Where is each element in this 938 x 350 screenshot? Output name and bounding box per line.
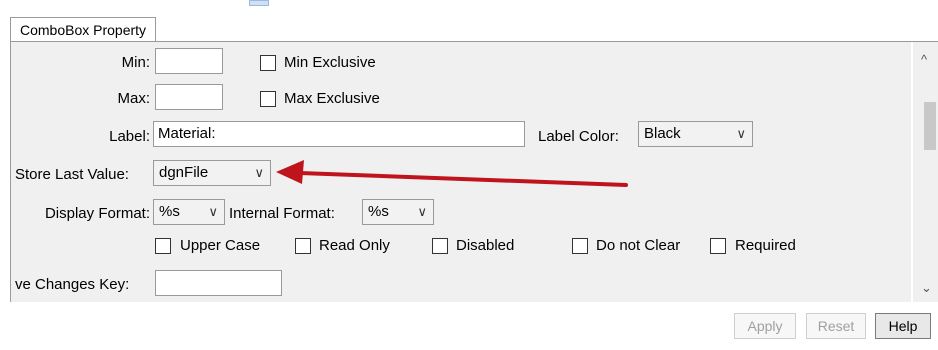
internal-format-label: Internal Format: <box>229 205 335 222</box>
chevron-down-icon: ∨ <box>417 204 427 219</box>
top-partial-control <box>249 0 269 6</box>
max-exclusive-label: Max Exclusive <box>284 90 380 107</box>
label-color-select[interactable]: Black ∨ <box>638 121 753 147</box>
vertical-scrollbar[interactable] <box>913 42 938 302</box>
max-input[interactable] <box>155 84 223 110</box>
chevron-down-icon: ∨ <box>208 204 218 219</box>
chevron-down-icon: ∨ <box>254 165 264 180</box>
internal-format-select[interactable]: %s ∨ <box>362 199 434 225</box>
max-label: Max: <box>117 90 150 107</box>
store-last-value-value: dgnFile <box>159 164 209 181</box>
top-strip <box>0 0 938 16</box>
read-only-checkbox[interactable] <box>295 238 311 254</box>
max-exclusive-checkbox[interactable] <box>260 91 276 107</box>
save-changes-key-input[interactable] <box>155 270 282 296</box>
reset-button[interactable]: Reset <box>806 313 866 339</box>
min-exclusive-label: Min Exclusive <box>284 54 376 71</box>
disabled-checkbox[interactable] <box>432 238 448 254</box>
label-label: Label: <box>109 128 150 145</box>
store-last-value-label: Store Last Value: <box>15 166 129 183</box>
label-color-value: Black <box>644 125 681 142</box>
save-changes-key-label: ve Changes Key: <box>15 276 130 293</box>
display-format-label: Display Format: <box>44 205 150 222</box>
label-color-label: Label Color: <box>538 128 619 145</box>
do-not-clear-checkbox[interactable] <box>572 238 588 254</box>
help-button[interactable]: Help <box>875 313 931 339</box>
tab-label: ComboBox Property <box>20 22 147 38</box>
scroll-down-icon[interactable]: ⌄ <box>921 280 932 296</box>
store-last-value-select[interactable]: dgnFile ∨ <box>153 160 271 186</box>
tab-combobox-property[interactable]: ComboBox Property <box>10 17 157 42</box>
label-input-value: Material: <box>158 125 216 142</box>
min-label: Min: <box>121 54 150 71</box>
display-format-value: %s <box>159 203 180 220</box>
do-not-clear-label: Do not Clear <box>596 237 681 254</box>
chevron-down-icon: ∨ <box>736 126 746 141</box>
scroll-up-icon[interactable]: ^ <box>921 52 927 67</box>
read-only-label: Read Only <box>319 237 390 254</box>
label-input[interactable]: Material: <box>153 121 525 147</box>
min-input[interactable] <box>155 48 223 74</box>
upper-case-label: Upper Case <box>180 237 261 254</box>
apply-button[interactable]: Apply <box>734 313 796 339</box>
required-checkbox[interactable] <box>710 238 726 254</box>
upper-case-checkbox[interactable] <box>155 238 171 254</box>
disabled-label: Disabled <box>456 237 515 254</box>
required-label: Required <box>735 237 796 254</box>
property-panel <box>10 42 911 302</box>
min-exclusive-checkbox[interactable] <box>260 55 276 71</box>
display-format-select[interactable]: %s ∨ <box>153 199 225 225</box>
internal-format-value: %s <box>368 203 389 220</box>
scroll-thumb[interactable] <box>924 102 936 150</box>
